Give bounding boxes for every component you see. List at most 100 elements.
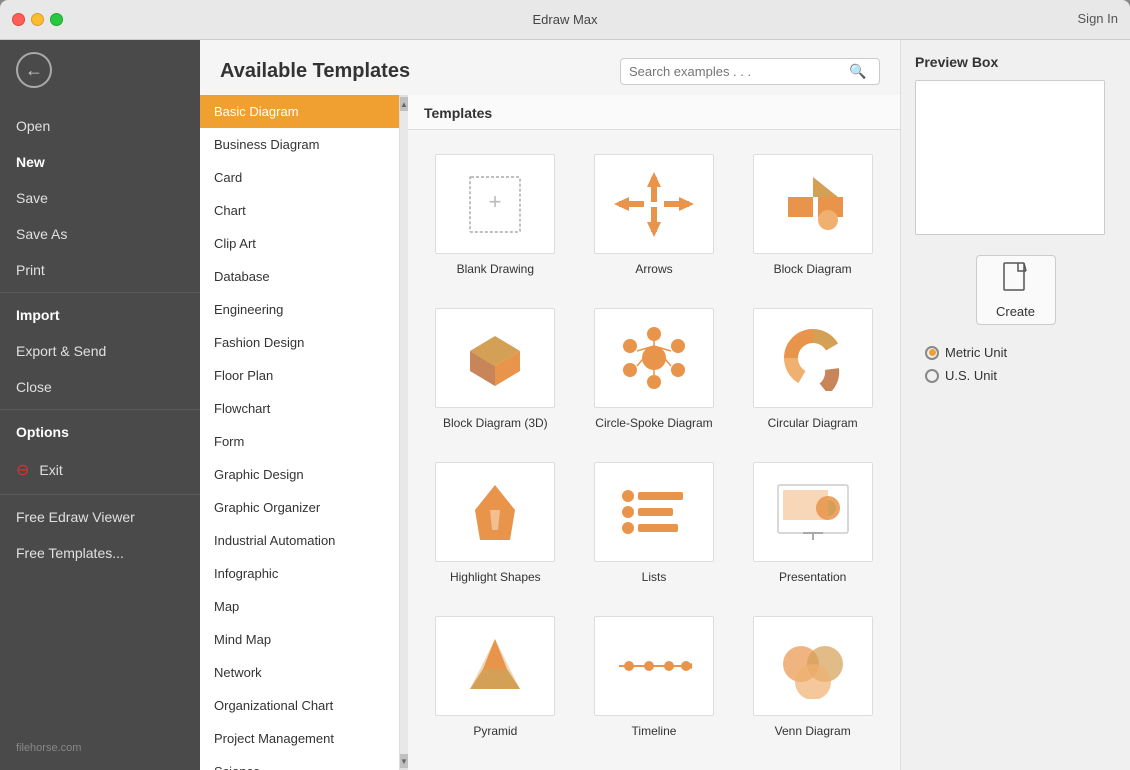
category-item-organizational-chart[interactable]: Organizational Chart [200,689,399,722]
sidebar-item-options[interactable]: Options [0,414,200,450]
template-card-arrows[interactable]: Arrows [583,146,726,284]
close-window-button[interactable] [12,13,25,26]
category-item-clip-art[interactable]: Clip Art [200,227,399,260]
template-name-block-diagram: Block Diagram [774,262,852,276]
template-card-presentation[interactable]: Presentation [741,454,884,592]
category-item-infographic[interactable]: Infographic [200,557,399,590]
template-card-circular[interactable]: Circular Diagram [741,300,884,438]
title-bar: Edraw Max Sign In [0,0,1130,40]
category-item-form[interactable]: Form [200,425,399,458]
template-thumb-pyramid [435,616,555,716]
main-container: ← Open New Save Save As Print Import [0,40,1130,770]
template-card-block-3d[interactable]: Block Diagram (3D) [424,300,567,438]
traffic-lights [12,13,63,26]
template-thumb-arrows [594,154,714,254]
sidebar-item-save-as[interactable]: Save As [0,216,200,252]
template-name-circle-spoke: Circle-Spoke Diagram [595,416,712,430]
right-panel: Preview Box Create Metric Unit U.S [900,40,1130,770]
category-item-card[interactable]: Card [200,161,399,194]
window-title: Edraw Max [532,12,597,27]
sidebar-label-options: Options [16,424,69,440]
category-item-industrial-automation[interactable]: Industrial Automation [200,524,399,557]
category-item-graphic-organizer[interactable]: Graphic Organizer [200,491,399,524]
template-thumb-circular [753,308,873,408]
category-item-mind-map[interactable]: Mind Map [200,623,399,656]
template-card-timeline[interactable]: Timeline [583,608,726,746]
back-button[interactable]: ← [16,52,52,88]
category-item-project-management[interactable]: Project Management [200,722,399,755]
category-item-network[interactable]: Network [200,656,399,689]
sidebar-label-import: Import [16,307,60,323]
category-item-floor-plan[interactable]: Floor Plan [200,359,399,392]
middle-content: Basic DiagramBusiness DiagramCardChartCl… [200,95,900,770]
sidebar-item-print[interactable]: Print [0,252,200,288]
template-name-pyramid: Pyramid [473,724,517,738]
sidebar-label-save-as: Save As [16,226,67,242]
template-card-pyramid[interactable]: Pyramid [424,608,567,746]
sidebar-label-new: New [16,154,45,170]
category-item-business-diagram[interactable]: Business Diagram [200,128,399,161]
sidebar-item-free-templates[interactable]: Free Templates... [0,535,200,571]
preview-box-title: Preview Box [915,54,1116,70]
metric-label: Metric Unit [945,345,1007,360]
category-scroll-up[interactable]: ▲ [400,97,408,111]
category-item-chart[interactable]: Chart [200,194,399,227]
metric-radio[interactable] [925,346,939,360]
category-list: Basic DiagramBusiness DiagramCardChartCl… [200,95,400,770]
template-card-circle-spoke[interactable]: Circle-Spoke Diagram [583,300,726,438]
template-name-presentation: Presentation [779,570,846,584]
sidebar-item-export-send[interactable]: Export & Send [0,333,200,369]
template-thumb-lists [594,462,714,562]
template-thumb-block-diagram [753,154,873,254]
template-card-highlight-shapes[interactable]: Highlight Shapes [424,454,567,592]
category-item-basic-diagram[interactable]: Basic Diagram [200,95,399,128]
metric-unit-option[interactable]: Metric Unit [925,345,1116,360]
sidebar-item-open[interactable]: Open [0,108,200,144]
template-card-venn[interactable]: Venn Diagram [741,608,884,746]
sidebar-divider-3 [0,494,200,495]
template-card-lists[interactable]: Lists [583,454,726,592]
create-button[interactable]: Create [976,255,1056,325]
sidebar-nav: Open New Save Save As Print Import Expor… [0,100,200,734]
category-item-engineering[interactable]: Engineering [200,293,399,326]
category-item-database[interactable]: Database [200,260,399,293]
sidebar-item-free-viewer[interactable]: Free Edraw Viewer [0,499,200,535]
templates-grid: + Blank Drawing Arrows Block Diagram Bloc… [424,146,884,746]
template-card-block-diagram[interactable]: Block Diagram [741,146,884,284]
sidebar-label-save: Save [16,190,48,206]
search-button[interactable]: 🔍 [849,63,866,80]
category-panel: Basic DiagramBusiness DiagramCardChartCl… [200,95,408,770]
svg-text:+: + [489,189,502,214]
search-input[interactable] [629,64,849,79]
maximize-window-button[interactable] [50,13,63,26]
sidebar-item-close[interactable]: Close [0,369,200,405]
template-name-lists: Lists [642,570,667,584]
category-item-map[interactable]: Map [200,590,399,623]
category-item-science[interactable]: Science [200,755,399,770]
category-item-fashion-design[interactable]: Fashion Design [200,326,399,359]
template-card-blank[interactable]: + Blank Drawing [424,146,567,284]
sidebar-label-open: Open [16,118,50,134]
middle-header: Available Templates 🔍 [200,40,900,95]
template-thumb-venn [753,616,873,716]
us-radio[interactable] [925,369,939,383]
category-item-flowchart[interactable]: Flowchart [200,392,399,425]
sidebar-item-import[interactable]: Import [0,297,200,333]
template-name-block-3d: Block Diagram (3D) [443,416,548,430]
us-unit-option[interactable]: U.S. Unit [925,368,1116,383]
sidebar-label-close: Close [16,379,52,395]
sidebar-item-exit[interactable]: ⊖ Exit [0,450,200,490]
sidebar-item-save[interactable]: Save [0,180,200,216]
category-scroll-down[interactable]: ▼ [400,754,408,768]
sidebar-label-exit: Exit [39,462,62,478]
sidebar-label-free-viewer: Free Edraw Viewer [16,509,135,525]
available-templates-title: Available Templates [220,60,410,83]
exit-icon: ⊖ [16,460,29,480]
minimize-window-button[interactable] [31,13,44,26]
sidebar-label-export-send: Export & Send [16,343,106,359]
sidebar-item-new[interactable]: New [0,144,200,180]
sign-in-button[interactable]: Sign In [1078,11,1118,26]
category-item-graphic-design[interactable]: Graphic Design [200,458,399,491]
template-thumb-presentation [753,462,873,562]
template-name-blank: Blank Drawing [457,262,534,276]
